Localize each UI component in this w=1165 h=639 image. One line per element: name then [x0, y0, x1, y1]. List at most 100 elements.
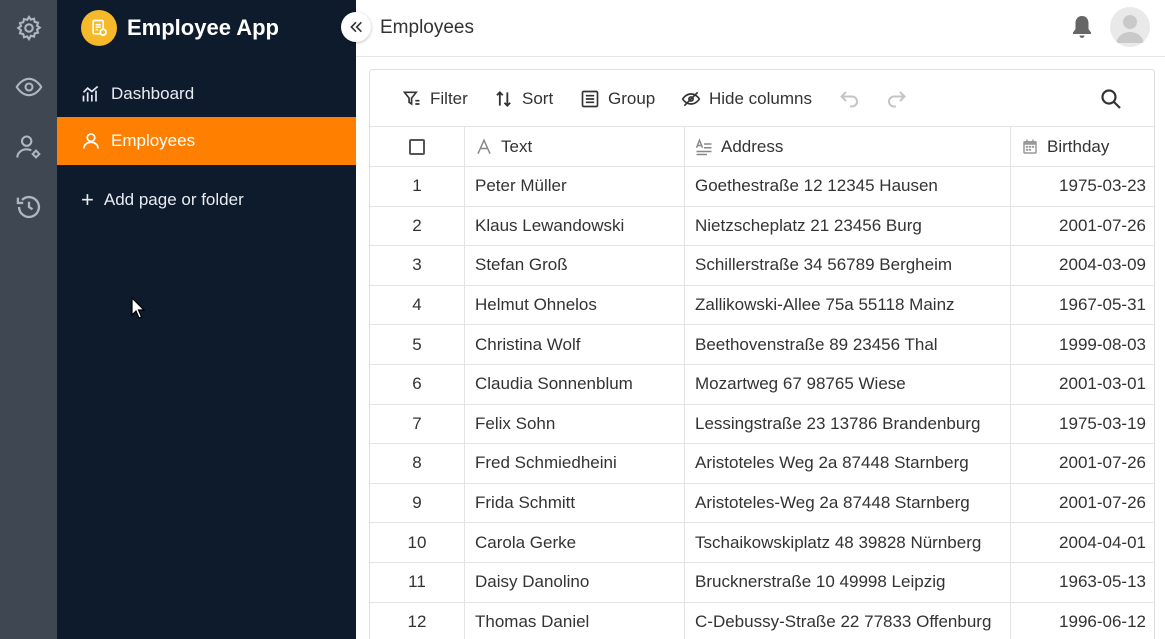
text-cell[interactable]: Stefan Groß [465, 246, 685, 285]
table-row[interactable]: 11 Daisy Danolino Brucknerstraße 10 49998 … [370, 563, 1154, 603]
text-cell[interactable]: Carola Gerke [465, 523, 685, 562]
birthday-cell[interactable]: 1999-08-03 [1011, 325, 1154, 364]
row-number-cell[interactable]: 7 [370, 404, 465, 444]
long-text-icon [695, 137, 712, 155]
row-number-cell[interactable]: 10 [370, 523, 465, 562]
sidebar-item-dashboard[interactable]: Dashboard [57, 70, 356, 118]
preview-button[interactable] [0, 59, 57, 115]
text-cell[interactable]: Frida Schmitt [465, 483, 685, 523]
row-number-cell[interactable]: 5 [370, 325, 465, 364]
add-page-button[interactable]: + Add page or folder [81, 186, 244, 214]
table-row[interactable]: 6 Claudia Sonnenblum Mozartweg 67 98765 Wi… [370, 365, 1154, 405]
table-row[interactable]: 7 Felix Sohn Lessingstraße 23 13786 Brande… [370, 404, 1154, 445]
address-cell[interactable]: Schillerstraße 34 56789 Bergheim [685, 246, 1011, 285]
table-row[interactable]: 3 Stefan Groß Schillerstraße 34 56789 Berg… [370, 246, 1154, 286]
text-cell[interactable]: Fred Schmiedheini [465, 444, 685, 483]
address-cell[interactable]: Aristoteles-Weg 2a 87448 Starnberg [685, 483, 1011, 523]
text-cell[interactable]: Claudia Sonnenblum [465, 365, 685, 404]
row-number-cell[interactable]: 3 [370, 246, 465, 285]
group-icon [581, 90, 599, 108]
text-cell[interactable]: Klaus Lewandowski [465, 206, 685, 246]
text-cell[interactable]: Peter Müller [465, 167, 685, 206]
sidebar-item-employees[interactable]: Employees [57, 117, 356, 165]
double-chevron-left-icon [350, 21, 362, 33]
address-cell[interactable]: Nietzscheplatz 21 23456 Burg [685, 206, 1011, 246]
row-number-cell[interactable]: 11 [370, 563, 465, 602]
text-cell[interactable]: Daisy Danolino [465, 563, 685, 602]
table-row[interactable]: 4 Helmut Ohnelos Zallikowski-Allee 75a 551… [370, 285, 1154, 326]
sort-button[interactable]: Sort [494, 85, 553, 113]
collapse-sidebar-button[interactable] [341, 12, 371, 42]
search-icon[interactable] [1099, 87, 1123, 111]
row-number-cell[interactable]: 1 [370, 167, 465, 206]
address-cell[interactable]: Beethovenstraße 89 23456 Thal [685, 325, 1011, 364]
undo-icon[interactable] [837, 87, 861, 111]
address-cell[interactable]: Zallikowski-Allee 75a 55118 Mainz [685, 285, 1011, 325]
sort-icon [496, 91, 511, 107]
user-icon [83, 133, 99, 149]
birthday-cell[interactable]: 1967-05-31 [1011, 286, 1154, 325]
address-cell[interactable]: Mozartweg 67 98765 Wiese [685, 365, 1011, 404]
column-header-text[interactable]: Text [465, 127, 685, 166]
eye-off-icon [681, 91, 701, 107]
history-icon [16, 195, 40, 219]
table-row[interactable]: 2 Klaus Lewandowski Nietzscheplatz 21 2345… [370, 206, 1154, 247]
user-settings-button[interactable] [0, 119, 57, 175]
birthday-cell[interactable]: 2001-07-26 [1011, 484, 1154, 523]
user-settings-icon [15, 135, 40, 159]
text-type-icon [477, 137, 491, 154]
row-number-cell[interactable]: 2 [370, 206, 465, 246]
filter-icon [402, 91, 420, 106]
table-header-row: Text Address Birthday [370, 127, 1154, 167]
birthday-cell[interactable]: 2004-04-01 [1011, 523, 1154, 562]
address-cell[interactable]: Lessingstraße 23 13786 Brandenburg [685, 404, 1011, 444]
table-row[interactable]: 12 Thomas Daniel C-Debussy-Straße 22 77833… [370, 602, 1154, 639]
app-logo-icon [81, 10, 117, 46]
column-header-birthday[interactable]: Birthday [1011, 127, 1154, 166]
birthday-cell[interactable]: 1975-03-19 [1011, 405, 1154, 444]
address-cell[interactable]: Brucknerstraße 10 49998 Leipzig [685, 563, 1011, 602]
select-all-checkbox[interactable] [409, 138, 425, 155]
sidebar-item-label: Employees [111, 131, 196, 150]
filter-button[interactable]: Filter [402, 85, 468, 113]
address-cell[interactable]: Aristoteles Weg 2a 87448 Starnberg [685, 444, 1011, 483]
birthday-cell[interactable]: 2004-03-09 [1011, 246, 1154, 285]
redo-icon[interactable] [885, 87, 909, 111]
birthday-cell[interactable]: 2001-07-26 [1011, 444, 1154, 483]
birthday-cell[interactable]: 1963-05-13 [1011, 563, 1154, 602]
row-number-cell[interactable]: 6 [370, 365, 465, 404]
row-number-cell[interactable]: 4 [370, 285, 465, 325]
row-number-cell[interactable]: 9 [370, 483, 465, 523]
column-header-address[interactable]: Address [685, 127, 1011, 166]
gear-icon [16, 15, 42, 42]
column-header-label: Text [501, 136, 533, 156]
group-button[interactable]: Group [580, 85, 655, 113]
page-title: Employees [380, 17, 474, 38]
settings-button[interactable] [0, 0, 57, 56]
row-number-cell[interactable]: 12 [370, 602, 465, 639]
text-cell[interactable]: Helmut Ohnelos [465, 285, 685, 325]
text-cell[interactable]: Christina Wolf [465, 325, 685, 364]
text-cell[interactable]: Thomas Daniel [465, 602, 685, 639]
table-row[interactable]: 5 Christina Wolf Beethovenstraße 89 23456 … [370, 325, 1154, 365]
table-row[interactable]: 9 Frida Schmitt Aristoteles-Weg 2a 87448 S… [370, 483, 1154, 524]
address-cell[interactable]: C-Debussy-Straße 22 77833 Offenburg [685, 602, 1011, 639]
birthday-cell[interactable]: 2001-03-01 [1011, 365, 1154, 404]
table-row[interactable]: 8 Fred Schmiedheini Aristoteles Weg 2a 874… [370, 444, 1154, 484]
address-cell[interactable]: Tschaikowskiplatz 48 39828 Nürnberg [685, 523, 1011, 562]
table-row[interactable]: 1 Peter Müller Goethestraße 12 12345 Hause… [370, 167, 1154, 207]
mouse-cursor-icon [131, 297, 145, 319]
table-row[interactable]: 10 Carola Gerke Tschaikowskiplatz 48 39828… [370, 523, 1154, 563]
hide-columns-button[interactable]: Hide columns [681, 85, 812, 113]
address-cell[interactable]: Goethestraße 12 12345 Hausen [685, 167, 1011, 206]
row-number-cell[interactable]: 8 [370, 444, 465, 483]
bell-icon[interactable] [1070, 14, 1094, 40]
avatar[interactable] [1110, 7, 1150, 47]
calendar-icon [1023, 139, 1037, 154]
birthday-cell[interactable]: 1975-03-23 [1011, 167, 1154, 206]
birthday-cell[interactable]: 2001-07-26 [1011, 207, 1154, 246]
sidebar-item-label: Dashboard [111, 84, 195, 103]
text-cell[interactable]: Felix Sohn [465, 404, 685, 444]
history-button[interactable] [0, 179, 57, 235]
birthday-cell[interactable]: 1996-06-12 [1011, 603, 1154, 639]
